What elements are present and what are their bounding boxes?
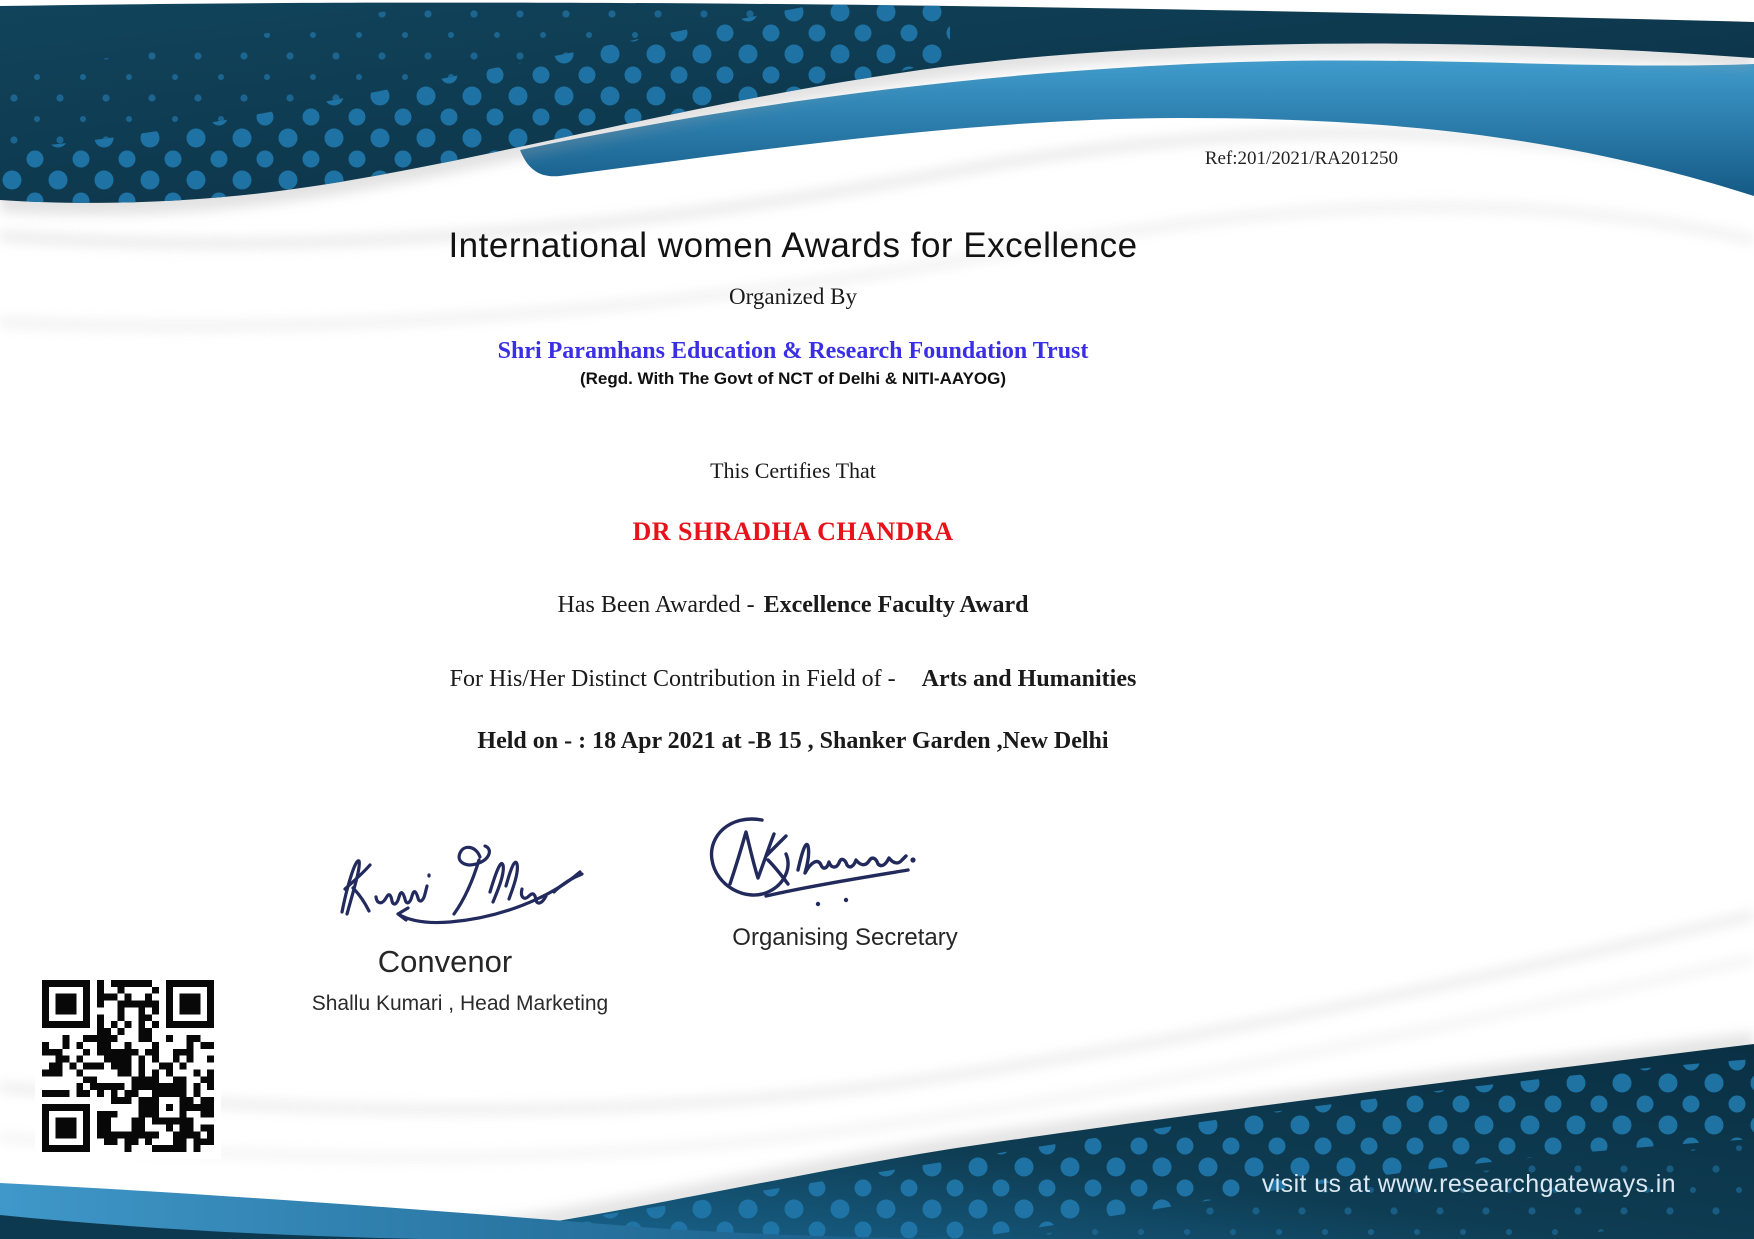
certificate-title: International women Awards for Excellenc…	[448, 226, 1138, 265]
convenor-label: Convenor	[377, 944, 513, 979]
award-prefix: Has Been Awarded -	[557, 592, 755, 618]
field-name: Arts and Humanities	[921, 666, 1137, 692]
event-details: Held on - : 18 Apr 2021 at -B 15 , Shank…	[477, 728, 1109, 754]
certificate-page: Ref:201/2021/RA201250 International wome…	[0, 0, 1754, 1239]
recipient-name: DR SHRADHA CHANDRA	[632, 517, 954, 546]
qr-code-icon	[35, 973, 221, 1159]
field-prefix: For His/Her Distinct Contribution in Fie…	[449, 666, 896, 692]
organization-name: Shri Paramhans Education & Research Foun…	[497, 338, 1089, 364]
award-name: Excellence Faculty Award	[763, 592, 1029, 618]
organising-secretary-label: Organising Secretary	[732, 924, 958, 951]
award-line: Has Been Awarded - Excellence Faculty Awa…	[0, 592, 1586, 619]
certifies-label: This Certifies That	[710, 458, 876, 483]
convenor-name-title: Shallu Kumari , Head Marketing	[311, 992, 609, 1015]
convenor-signature	[340, 844, 584, 925]
reference-number: Ref:201/2021/RA201250	[1204, 148, 1398, 169]
registration-note: (Regd. With The Govt of NCT of Delhi & N…	[579, 369, 1007, 388]
footer-visit-url: visit us at www.researchgateways.in	[1261, 1170, 1676, 1198]
organized-by-label: Organized By	[729, 284, 857, 309]
organising-secretary-signature	[709, 817, 916, 907]
field-line: For His/Her Distinct Contribution in Fie…	[0, 666, 1586, 693]
